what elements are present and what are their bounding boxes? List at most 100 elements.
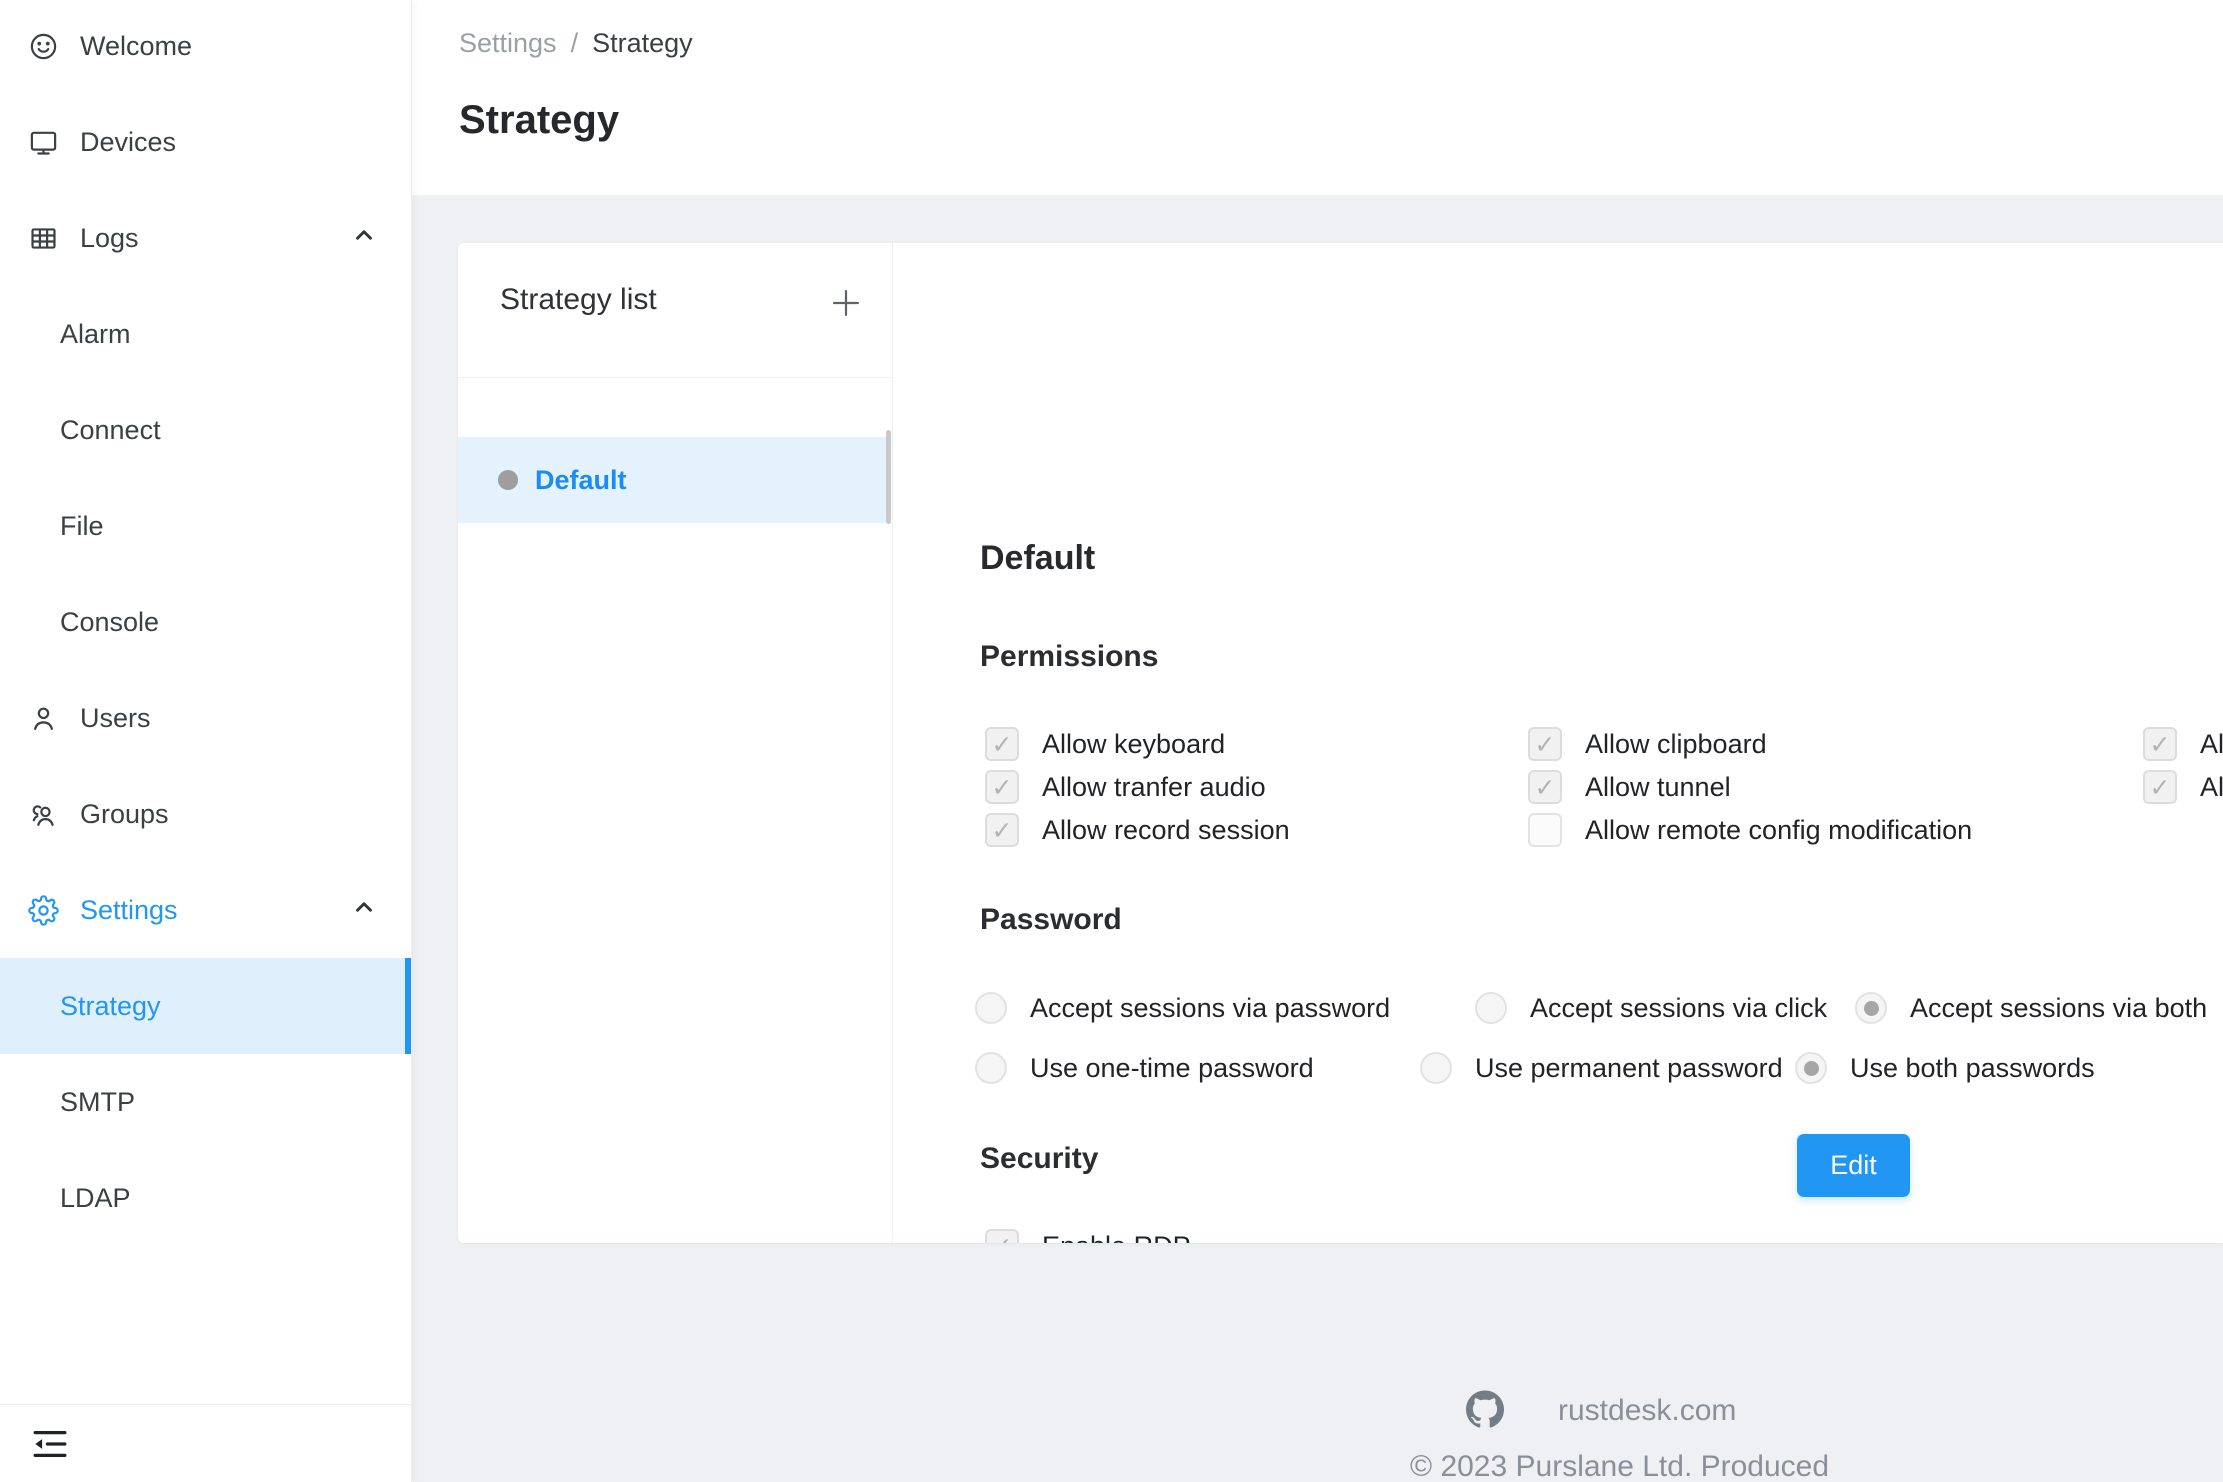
sidebar-item-label: Devices [80,127,176,158]
radio-button[interactable] [1475,992,1507,1024]
sidebar-item-label: SMTP [60,1087,135,1118]
checkbox[interactable] [1528,727,1562,761]
sidebar-item-label: Console [60,607,159,638]
strategy-item-label: Default [535,465,627,496]
sidebar-item-console[interactable]: Console [0,574,411,670]
strategy-list-item-default[interactable]: Default [458,437,888,523]
checkbox[interactable] [1528,770,1562,804]
password-heading: Password [980,903,1122,937]
radio-one-time-password: Use one-time password [975,1050,1314,1086]
rustdesk-link[interactable]: rustdesk.com [1558,1394,1736,1428]
sidebar-footer-divider [0,1404,411,1405]
radio-label: Accept sessions via both [1910,993,2207,1024]
page-title: Strategy [459,98,619,143]
security-heading: Security [980,1142,1098,1176]
sidebar-item-connect[interactable]: Connect [0,382,411,478]
checkbox[interactable] [985,770,1019,804]
checkbox[interactable] [2143,727,2177,761]
checkbox-label: All [2200,729,2223,760]
breadcrumb-separator: / [571,28,579,59]
checkbox-allow-transfer-audio: Allow tranfer audio [985,769,1266,805]
sidebar-item-settings[interactable]: Settings [0,862,411,958]
permissions-heading: Permissions [980,640,1158,674]
radio-label: Use permanent password [1475,1053,1783,1084]
checkbox-label: Allow clipboard [1585,729,1767,760]
checkbox-enable-rdp: Enable RDP [985,1228,1191,1243]
radio-button[interactable] [975,1052,1007,1084]
sidebar-item-label: Logs [80,223,139,254]
radio-button[interactable] [1420,1052,1452,1084]
checkbox-clipped-2: All [2143,769,2223,805]
checkbox-label: Allow keyboard [1042,729,1225,760]
list-scrollbar-thumb[interactable] [886,430,891,524]
checkbox-allow-record-session: Allow record session [985,812,1290,848]
copyright-text: © 2023 Purslane Ltd. Produced [1410,1450,1829,1482]
smiley-icon [28,31,59,62]
sidebar-item-logs[interactable]: Logs [0,190,411,286]
monitor-icon [28,127,59,158]
radio-label: Accept sessions via password [1030,993,1390,1024]
checkbox-label: Allow record session [1042,815,1290,846]
checkbox-label: Allow tunnel [1585,772,1731,803]
sidebar-menu: Welcome Devices Logs Alarm Connect File [0,0,411,1246]
sidebar-item-ldap[interactable]: LDAP [0,1150,411,1246]
gear-icon [28,895,59,926]
sidebar-item-label: Connect [60,415,161,446]
table-icon [28,223,59,254]
chevron-up-icon [351,894,377,927]
sidebar-item-label: Settings [80,895,178,926]
radio-button[interactable] [1795,1052,1827,1084]
checkbox-allow-tunnel: Allow tunnel [1528,769,1731,805]
sidebar-item-users[interactable]: Users [0,670,411,766]
checkbox-label: Allow tranfer audio [1042,772,1266,803]
sidebar-item-devices[interactable]: Devices [0,94,411,190]
checkbox-label: Allow remote config modification [1585,815,1972,846]
sidebar-item-welcome[interactable]: Welcome [0,0,411,94]
sidebar-item-label: Strategy [60,991,161,1022]
edit-button[interactable]: Edit [1797,1134,1910,1197]
sidebar-item-strategy[interactable]: Strategy [0,958,411,1054]
radio-button[interactable] [975,992,1007,1024]
plus-icon [827,284,865,327]
radio-accept-via-click: Accept sessions via click [1475,990,1827,1026]
sidebar-item-label: LDAP [60,1183,131,1214]
strategy-list-title: Strategy list [500,283,657,317]
checkbox-label: All [2200,772,2223,803]
breadcrumb: Settings / Strategy [459,28,693,59]
add-strategy-button[interactable] [826,285,866,325]
list-header-divider [458,377,892,378]
radio-accept-via-password: Accept sessions via password [975,990,1390,1026]
breadcrumb-strategy: Strategy [592,28,693,59]
checkbox[interactable] [985,1229,1019,1243]
checkbox[interactable] [985,727,1019,761]
status-dot [498,470,518,490]
sidebar-item-label: Alarm [60,319,131,350]
users-icon [28,799,59,830]
checkbox[interactable] [985,813,1019,847]
checkbox-label: Enable RDP [1042,1231,1191,1244]
radio-both-passwords: Use both passwords [1795,1050,2095,1086]
checkbox-clipped-1: All [2143,726,2223,762]
strategy-card: Strategy list Default Default Permission… [458,243,2223,1243]
radio-button[interactable] [1855,992,1887,1024]
breadcrumb-settings[interactable]: Settings [459,28,557,59]
checkbox[interactable] [2143,770,2177,804]
sidebar-item-groups[interactable]: Groups [0,766,411,862]
radio-label: Use one-time password [1030,1053,1314,1084]
github-icon[interactable] [1466,1390,1504,1428]
sidebar-collapse-button[interactable] [26,1422,74,1470]
panel-divider [892,243,893,1243]
sidebar-item-label: Groups [80,799,169,830]
sidebar-item-smtp[interactable]: SMTP [0,1054,411,1150]
radio-accept-via-both: Accept sessions via both [1855,990,2207,1026]
sidebar-item-label: File [60,511,104,542]
sidebar-item-label: Welcome [80,31,192,62]
menu-fold-icon [29,1423,71,1470]
sidebar-item-alarm[interactable]: Alarm [0,286,411,382]
radio-label: Use both passwords [1850,1053,2095,1084]
checkbox-allow-clipboard: Allow clipboard [1528,726,1767,762]
chevron-up-icon [351,222,377,255]
page-header: Settings / Strategy Strategy [412,0,2223,195]
checkbox[interactable] [1528,813,1562,847]
sidebar-item-file[interactable]: File [0,478,411,574]
